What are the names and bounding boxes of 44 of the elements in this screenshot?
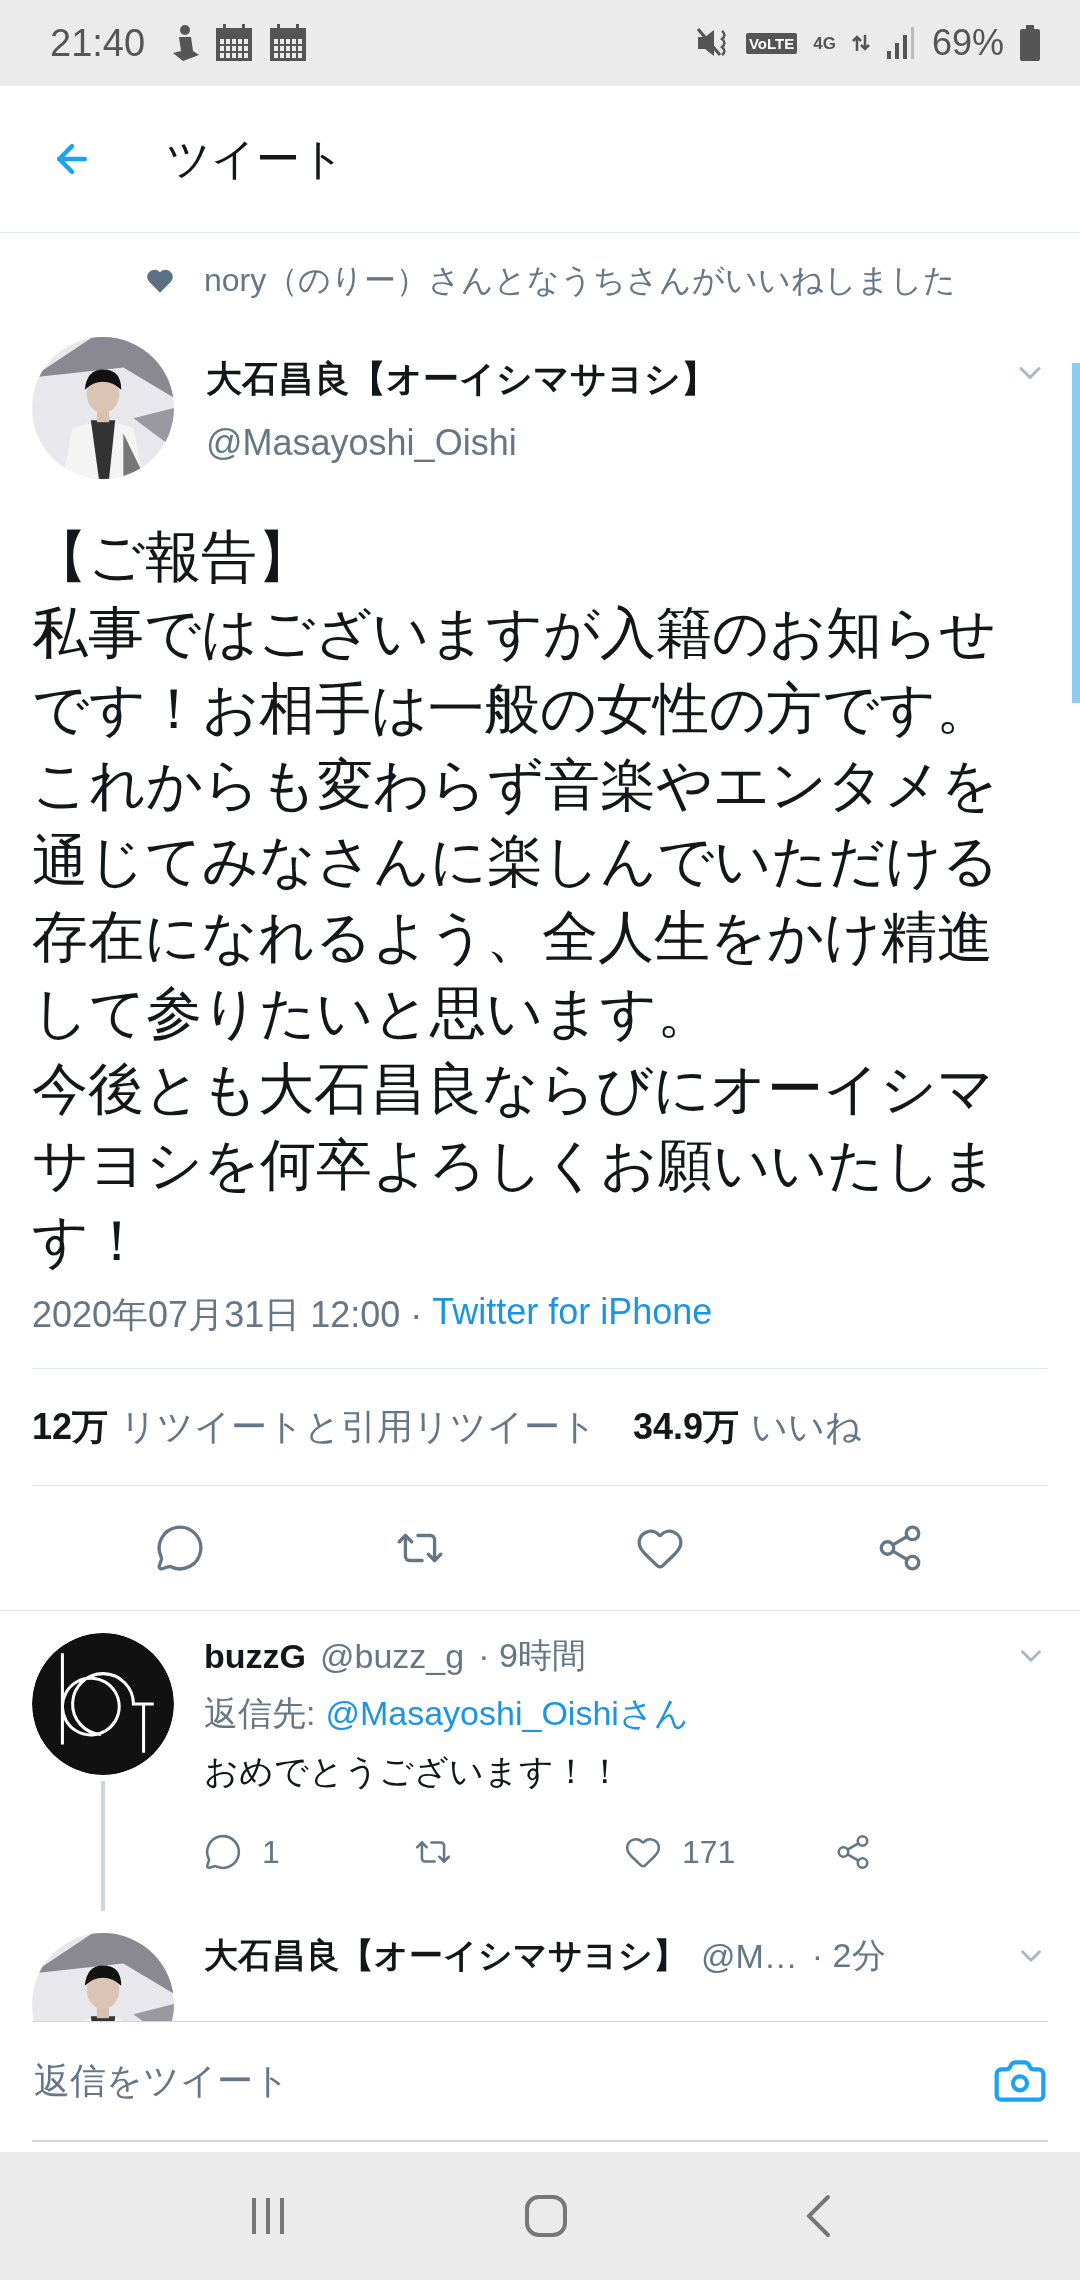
home-icon	[524, 2194, 568, 2238]
reply-to-link[interactable]: @Masayoshi_Oishiさん	[325, 1691, 689, 1737]
action-count: 171	[682, 1833, 736, 1871]
reply-button[interactable]	[155, 1523, 205, 1573]
stat-label[interactable]: リツイートと引用リツイート	[120, 1402, 598, 1452]
heart-icon	[146, 268, 174, 294]
reply-input-field[interactable]: 返信をツイート	[32, 2059, 992, 2103]
author-name: 大石昌良【オーイシマサヨシ】	[206, 357, 718, 401]
tweet-timestamp: 2020年07月31日 12:00 ·	[32, 1293, 423, 1337]
reply-time: · 2分	[811, 1935, 886, 1976]
back-icon	[804, 2194, 832, 2238]
stat-count: 34.9万	[633, 1404, 740, 1449]
stat-label[interactable]: いいね	[751, 1402, 863, 1452]
reply-icon	[204, 1833, 242, 1871]
home-button[interactable]	[524, 2194, 568, 2238]
tweet-text: 私事ではございますが入籍のお知らせです！お相手は一般の女性の方です。これからも変わらず音楽やエンタメを通じてみなさんに楽しんでいただける存在になれるよう、全人生をかけ精進して参りたいと思います。	[32, 600, 1000, 1046]
reply-text: おめでとうございます！！	[204, 1751, 623, 1792]
reply-author-handle: @M…	[701, 1936, 798, 1976]
back-nav-button[interactable]	[804, 2194, 832, 2238]
reply-icon	[155, 1523, 205, 1573]
author-handle: @Masayoshi_Oishi	[206, 422, 518, 464]
calendar-icon	[269, 24, 308, 62]
source-link[interactable]: Twitter for iPhone	[432, 1291, 713, 1340]
reply-author-name: buzzG	[204, 1636, 306, 1676]
reply-time: · 9時間	[478, 1635, 586, 1676]
reply-to-label: 返信先:	[204, 1693, 316, 1734]
reply-button[interactable]: 1	[204, 1833, 414, 1871]
battery-icon	[1020, 25, 1040, 61]
reply-author-name: 大石昌良【オーイシマサヨシ】	[204, 1935, 687, 1976]
stat-count: 12万	[32, 1404, 109, 1449]
reply-author-handle: @buzz_g	[320, 1636, 465, 1676]
volte-icon: VoLTE	[745, 32, 798, 54]
battery-level: 69%	[931, 22, 1004, 64]
page-title: ツイート	[166, 132, 345, 185]
signal-icon	[885, 27, 916, 59]
action-count: 1	[262, 1833, 280, 1871]
calendar-icon	[215, 24, 254, 62]
data-arrows-icon	[851, 35, 870, 51]
status-time: 21:40	[50, 21, 146, 65]
tweet-text: 今後とも大石昌良ならびにオーイシマサヨシを何卒よろしくお願いいたします！	[32, 1056, 999, 1274]
tweet-text: 【ご報告】	[32, 524, 314, 590]
like-button[interactable]: 171	[624, 1833, 834, 1871]
liked-by-text: nory（のりー）さんとなうちさんがいいねしました	[204, 261, 957, 300]
network-icon: 4G	[813, 34, 836, 52]
